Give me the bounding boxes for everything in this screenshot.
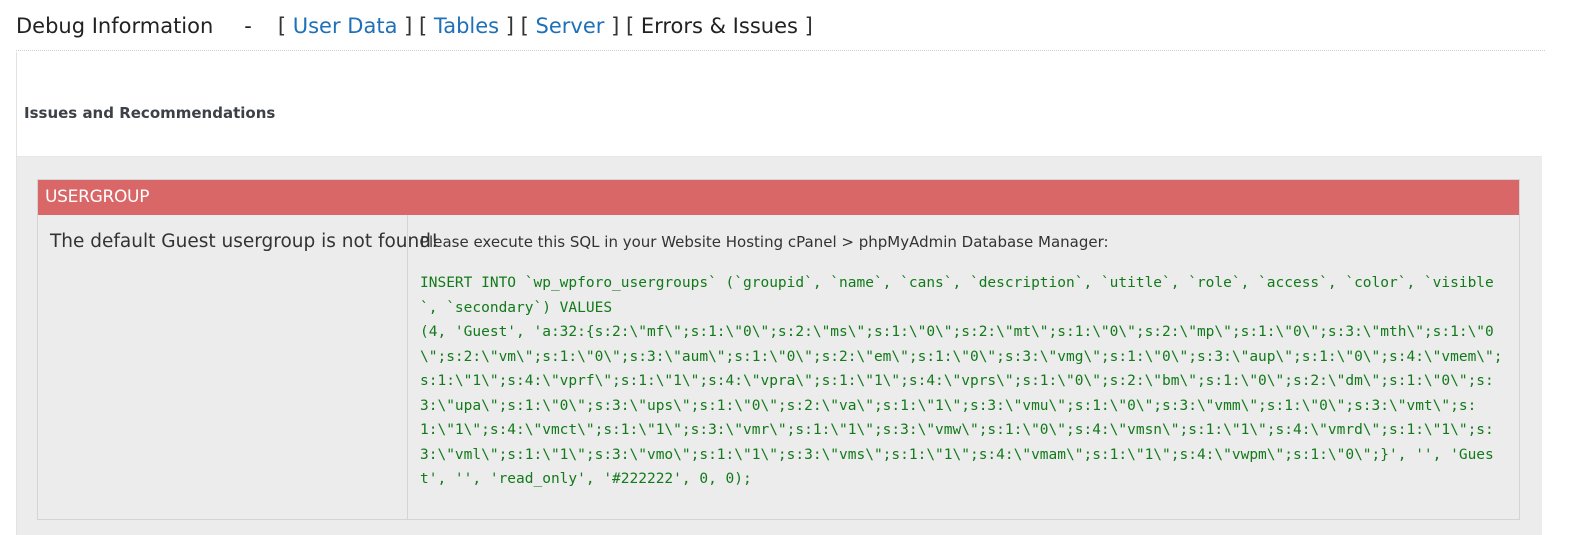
issue-card-usergroup: USERGROUP The default Guest usergroup is… [37,179,1520,520]
section-title: Issues and Recommendations [24,104,276,122]
nav-link-server[interactable]: Server [536,14,605,38]
issue-problem: The default Guest usergroup is not found… [38,215,438,519]
page-title: Debug Information [16,14,214,38]
nav-link-tables[interactable]: Tables [434,14,499,38]
issue-heading: USERGROUP [38,180,1519,215]
title-separator: - [244,14,252,38]
issue-recommendation: Please execute this SQL in your Website … [408,215,1519,519]
debug-page: Debug Information -[ User Data ] [ Tables… [0,0,1592,535]
issues-panel: USERGROUP The default Guest usergroup is… [17,156,1542,535]
debug-header: Debug Information -[ User Data ] [ Tables… [16,14,1545,51]
nav-link-user-data[interactable]: User Data [293,14,398,38]
issue-body: The default Guest usergroup is not found… [38,215,1519,519]
nav-current-errors-issues: Errors & Issues [640,14,798,38]
issue-instruction: Please execute this SQL in your Website … [420,233,1109,251]
sql-code-block[interactable]: INSERT INTO `wp_wpforo_usergroups` (`gro… [420,271,1509,492]
